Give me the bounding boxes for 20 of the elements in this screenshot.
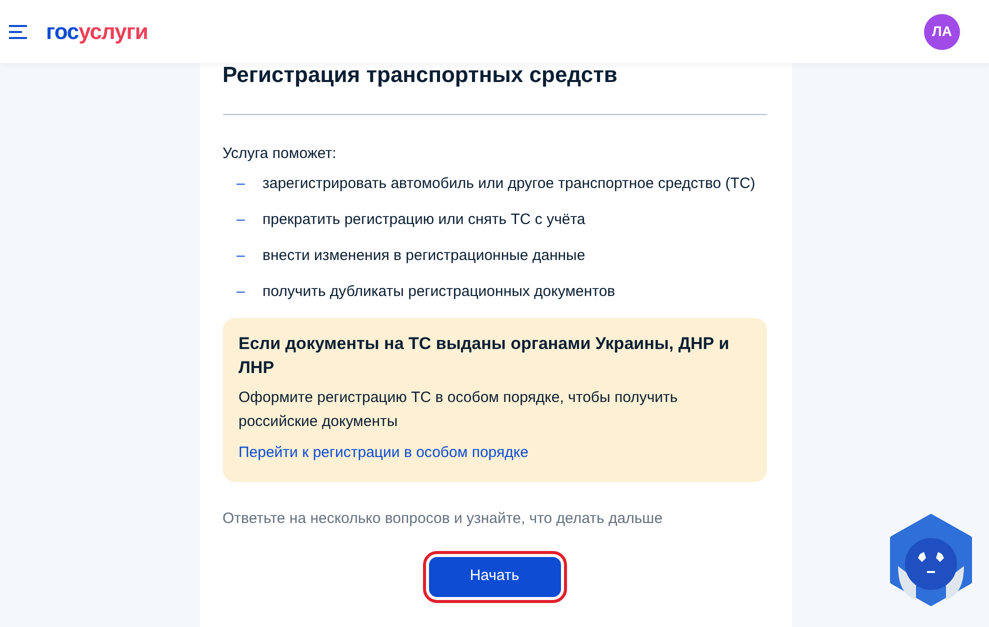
logo-text[interactable]: гос [46,18,79,44]
menu-icon[interactable] [9,24,29,38]
page-title: Регистрация транспортных средств [222,61,618,89]
list-item-text: получить дубликаты регистрационных документов [262,282,616,302]
logo-text[interactable]: услуги [78,18,148,44]
special-registration-link[interactable]: Перейти к регистрации в особом порядке [238,442,528,464]
user-avatar[interactable]: ЛА [924,14,960,50]
list-item-text: зарегистрировать автомобиль или другое транспортное средство (ТС) [262,174,756,194]
list-item-text: прекратить регистрацию или снять ТС с учёта [262,210,586,230]
prompt-text: Ответьте на несколько вопросов и узнайте, что делать дальше [222,509,664,529]
bullet-marker: – [236,174,246,194]
bullet-marker: – [236,210,246,230]
notice-title: Если документы на ТС выданы органами Украины, ДНР и ЛНР [238,332,730,378]
bullet-marker: – [236,282,246,302]
bullet-marker: – [236,246,246,266]
intro-text: Услуга поможет: [222,144,338,164]
start-button[interactable]: Начать [428,556,560,596]
robot-assistant-icon[interactable] [888,514,974,606]
notice-text: Оформите регистрацию ТС в особом порядке, чтобы получить российские документы [238,388,679,432]
list-item-text: внести изменения в регистрационные данные [262,246,586,266]
